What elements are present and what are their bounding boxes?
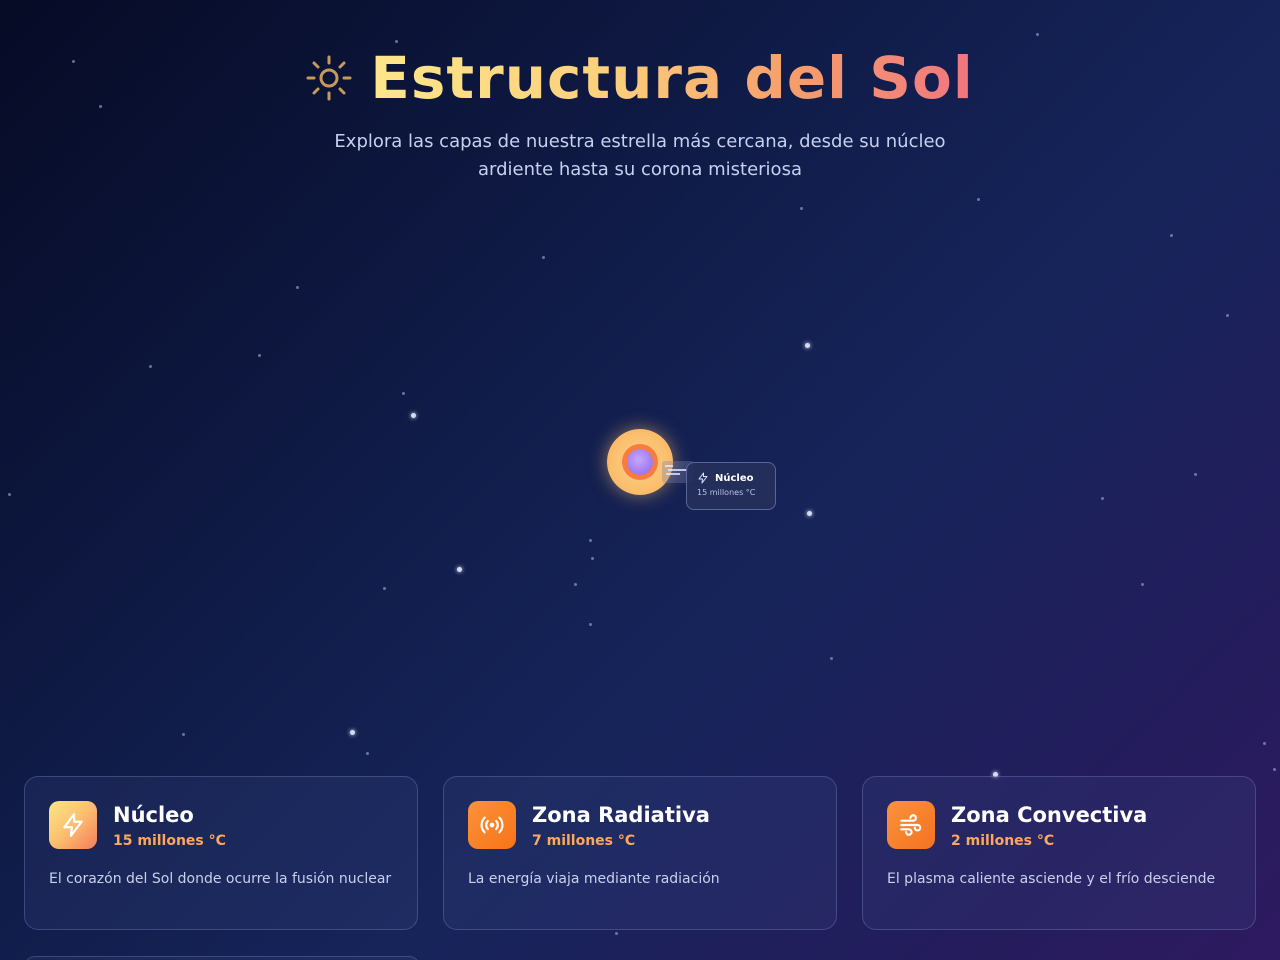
layer-card-convective[interactable]: Zona Convectiva 2 millones °C El plasma …: [862, 776, 1256, 930]
layer-card-core[interactable]: Núcleo 15 millones °C El corazón del Sol…: [24, 776, 418, 930]
layer-card-description: La energía viaja mediante radiación: [468, 871, 720, 887]
page-subtitle: Explora las capas de nuestra estrella má…: [334, 131, 946, 180]
lightning-icon: [698, 472, 708, 484]
tooltip-title: Núcleo: [715, 472, 754, 484]
radiation-icon: [468, 801, 516, 849]
layer-card-title: Zona Convectiva: [951, 803, 1148, 827]
wind-icon: [887, 801, 935, 849]
layer-card-temperature: 7 millones °C: [532, 833, 636, 849]
layer-card-description: El plasma caliente asciende y el frío de…: [887, 871, 1216, 887]
sun-layer-core[interactable]: [627, 449, 653, 475]
layer-card-title: Zona Radiativa: [532, 803, 710, 827]
layer-cards: Núcleo 15 millones °C El corazón del Sol…: [24, 776, 1256, 930]
layer-card-radiative[interactable]: Zona Radiativa 7 millones °C La energía …: [443, 776, 837, 930]
layer-card-temperature: 2 millones °C: [951, 833, 1055, 849]
sun-icon: [306, 55, 352, 101]
tooltip-temperature: 15 millones °C: [697, 488, 756, 497]
lightning-icon: [49, 801, 97, 849]
layer-card-description: El corazón del Sol donde ocurre la fusió…: [49, 871, 392, 887]
layer-tooltip: Núcleo 15 millones °C: [686, 462, 776, 510]
page-title: Estructura del Sol: [370, 40, 974, 116]
layer-card-partial[interactable]: [24, 956, 420, 960]
sun-layer-radiative[interactable]: [622, 444, 658, 480]
layer-card-title: Núcleo: [113, 803, 194, 827]
layer-card-temperature: 15 millones °C: [113, 833, 226, 849]
page-header: Estructura del Sol Explora las capas de …: [0, 40, 1280, 184]
